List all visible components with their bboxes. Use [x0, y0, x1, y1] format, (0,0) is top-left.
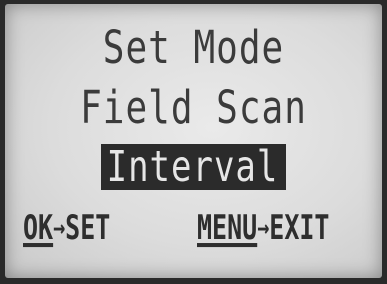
right-arrow-icon: →	[257, 210, 270, 244]
selected-option-interval[interactable]: Interval	[100, 142, 287, 192]
option-row: Interval	[5, 142, 382, 192]
screen-title: Set Mode	[102, 22, 285, 75]
mode-name: Field Scan	[80, 82, 307, 135]
menu-key-label: MENU	[197, 207, 258, 248]
right-arrow-icon: →	[53, 210, 66, 244]
menu-exit-softkey[interactable]: MENU→EXIT	[197, 204, 329, 251]
lcd-screen: Set Mode Field Scan Interval OK→SET MENU…	[5, 4, 382, 278]
exit-action-label: EXIT	[269, 207, 330, 248]
selected-option-label: Interval	[106, 142, 279, 192]
softkey-bar: OK→SET MENU→EXIT	[5, 208, 382, 254]
device-bezel: Set Mode Field Scan Interval OK→SET MENU…	[0, 0, 387, 284]
ok-set-softkey[interactable]: OK→SET	[23, 204, 110, 251]
set-action-label: SET	[65, 207, 111, 248]
ok-key-label: OK	[23, 207, 54, 248]
